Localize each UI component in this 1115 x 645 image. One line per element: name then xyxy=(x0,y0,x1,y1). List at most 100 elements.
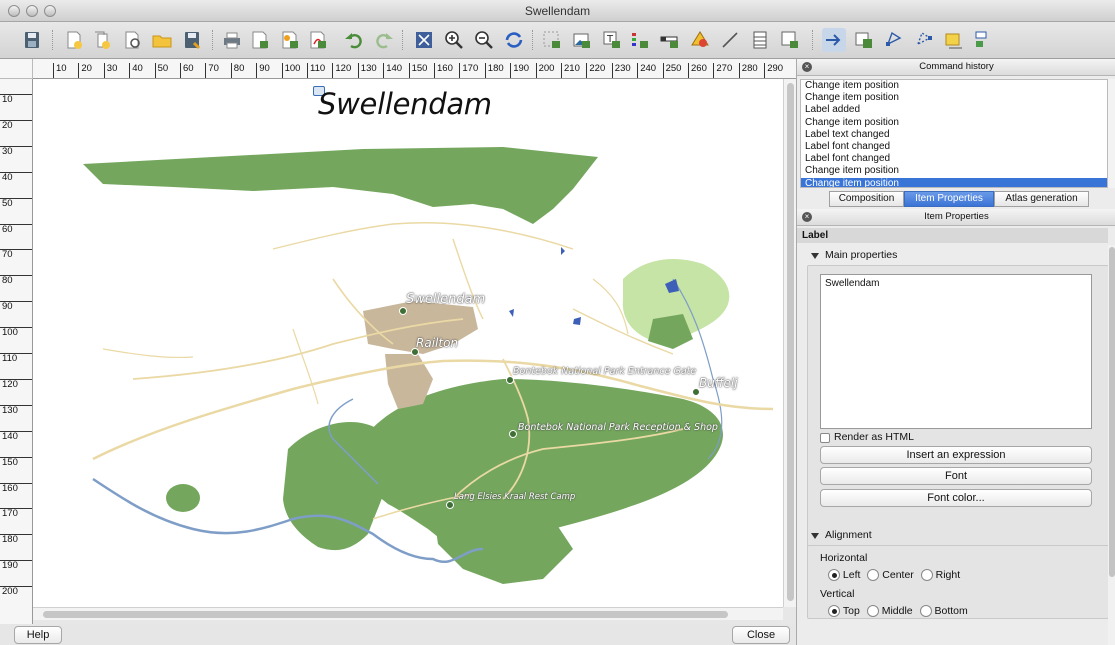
properties-scroll-thumb[interactable] xyxy=(1109,247,1115,577)
close-button[interactable]: Close xyxy=(732,626,790,644)
export-image-icon[interactable] xyxy=(248,28,272,52)
align-middle-radio[interactable] xyxy=(866,605,879,618)
export-svg-icon[interactable] xyxy=(278,28,302,52)
canvas-horizontal-scrollbar[interactable] xyxy=(33,607,783,620)
add-image-icon[interactable] xyxy=(570,28,594,52)
align-top-label: Top xyxy=(842,605,860,618)
add-map-icon[interactable] xyxy=(540,28,564,52)
render-html-label: Render as HTML xyxy=(834,431,914,443)
close-dock-icon[interactable]: × xyxy=(802,62,812,72)
duplicate-composer-icon[interactable] xyxy=(90,28,114,52)
alignment-heading: Alignment xyxy=(825,529,872,541)
command-history-header: × Command history xyxy=(797,59,1115,76)
add-arrow-icon[interactable] xyxy=(718,28,742,52)
park-feature xyxy=(283,421,391,551)
canvas-vertical-scrollbar[interactable] xyxy=(783,79,796,607)
horizontal-label: Horizontal xyxy=(820,552,868,564)
composer-toolbar: T xyxy=(0,22,1115,59)
print-icon[interactable] xyxy=(220,28,244,52)
add-label-icon[interactable]: T xyxy=(600,28,624,52)
ruler-tick-label: 30 xyxy=(103,63,117,78)
history-item[interactable]: Label font changed xyxy=(801,141,1107,153)
add-scalebar-icon[interactable] xyxy=(658,28,682,52)
ruler-tick-label: 180 xyxy=(484,63,504,78)
align-top-radio[interactable] xyxy=(828,605,840,618)
properties-scrollbar[interactable] xyxy=(1108,245,1115,645)
new-composer-icon[interactable] xyxy=(62,28,86,52)
align-center-radio[interactable] xyxy=(867,569,880,582)
ruler-tick-label: 140 xyxy=(0,430,32,442)
align-center-label: Center xyxy=(882,569,914,582)
render-html-checkbox[interactable] xyxy=(820,433,830,443)
history-scrollbar[interactable] xyxy=(1108,79,1115,188)
raise-icon[interactable] xyxy=(942,28,966,52)
save-template-icon[interactable] xyxy=(180,28,204,52)
add-shape-icon[interactable] xyxy=(688,28,712,52)
history-item[interactable]: Label added xyxy=(801,104,1107,116)
align-left-radio[interactable] xyxy=(828,569,840,582)
park-feature xyxy=(83,147,598,224)
collapse-triangle-icon[interactable] xyxy=(811,253,819,259)
ruler-tick-label: 240 xyxy=(637,63,656,78)
redo-icon[interactable] xyxy=(372,28,396,52)
history-item[interactable]: Label font changed xyxy=(801,153,1107,165)
history-item[interactable]: Change item position xyxy=(801,92,1107,104)
swellendam-marker xyxy=(399,307,407,315)
refresh-icon[interactable] xyxy=(502,28,526,52)
history-item[interactable]: Change item position xyxy=(801,117,1107,129)
map-title-label[interactable]: Swellendam xyxy=(318,87,492,121)
insert-expression-button[interactable]: Insert an expression xyxy=(820,446,1092,464)
align-icon[interactable] xyxy=(972,28,996,52)
canvas-horizontal-scroll-thumb[interactable] xyxy=(43,611,728,618)
group-icon[interactable] xyxy=(882,28,906,52)
align-right-radio[interactable] xyxy=(920,569,933,582)
add-table-icon[interactable] xyxy=(748,28,772,52)
canvas-vertical-scroll-thumb[interactable] xyxy=(787,83,794,601)
add-legend-icon[interactable] xyxy=(628,28,652,52)
item-properties-header: × Item Properties xyxy=(797,209,1115,226)
font-button[interactable]: Font xyxy=(820,467,1092,485)
tab-item-properties[interactable]: Item Properties xyxy=(904,191,994,207)
ungroup-icon[interactable] xyxy=(912,28,936,52)
entrance-gate-label: Bontebok National Park Entrance Gate xyxy=(513,366,697,377)
zoom-full-icon[interactable] xyxy=(412,28,436,52)
ruler-tick-label: 60 xyxy=(180,63,194,78)
export-pdf-icon[interactable] xyxy=(306,28,330,52)
close-dock-icon[interactable]: × xyxy=(802,212,812,222)
dam-polygon xyxy=(509,309,514,317)
history-item[interactable]: Change item position xyxy=(801,165,1107,177)
ruler-tick-label: 110 xyxy=(0,353,32,364)
move-content-icon[interactable] xyxy=(852,28,876,52)
history-item[interactable]: Label text changed xyxy=(801,129,1107,141)
composer-canvas[interactable]: 10 20 30 40 50 60 70 80 90 100 110 120 130 140 150 160 1… xyxy=(0,59,796,624)
font-color-button[interactable]: Font color... xyxy=(820,489,1092,507)
buffeljagsrivier-label: Buffelj xyxy=(699,376,738,390)
ruler-tick-label: 90 xyxy=(0,301,32,312)
select-move-icon[interactable] xyxy=(822,28,846,52)
save-icon[interactable] xyxy=(20,28,44,52)
map-item[interactable] xyxy=(33,79,783,607)
history-item[interactable]: Change item position xyxy=(801,177,1107,187)
ruler-tick-label: 190 xyxy=(0,560,32,571)
item-properties-title: Item Properties xyxy=(924,211,989,222)
collapse-triangle-icon[interactable] xyxy=(811,533,819,539)
composer-manager-icon[interactable] xyxy=(120,28,144,52)
undo-icon[interactable] xyxy=(342,28,366,52)
alignment-group-header[interactable]: Alignment xyxy=(807,527,1104,544)
align-left-label: Left xyxy=(842,569,861,582)
tab-atlas-generation[interactable]: Atlas generation xyxy=(994,191,1089,207)
tab-composition[interactable]: Composition xyxy=(829,191,904,207)
open-template-icon[interactable] xyxy=(150,28,174,52)
help-button[interactable]: Help xyxy=(14,626,62,644)
history-item[interactable]: Change item position xyxy=(801,80,1107,92)
roads-feature xyxy=(272,222,574,250)
zoom-in-icon[interactable] xyxy=(442,28,466,52)
ruler-tick-label: 20 xyxy=(78,63,92,78)
command-history-list[interactable]: Change item position Change item position… xyxy=(800,79,1108,188)
align-bottom-radio[interactable] xyxy=(919,605,932,618)
zoom-out-icon[interactable] xyxy=(472,28,496,52)
roads-feature xyxy=(102,348,194,359)
label-text-editor[interactable]: Swellendam xyxy=(820,274,1092,429)
main-properties-group-header[interactable]: Main properties xyxy=(807,247,1104,264)
add-html-icon[interactable] xyxy=(778,28,802,52)
